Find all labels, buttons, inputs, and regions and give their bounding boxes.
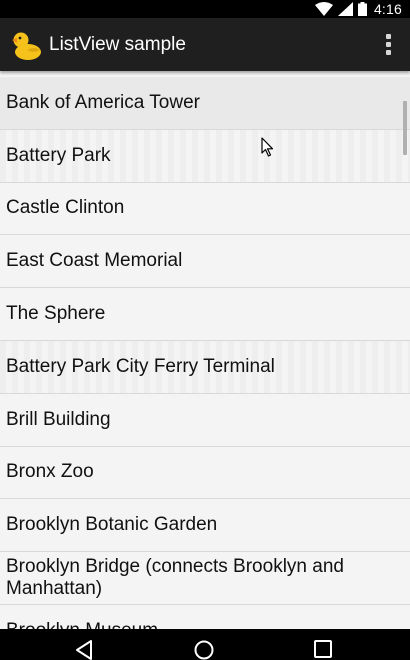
list-item[interactable]: The Sphere [0,288,410,341]
list-item-label: Battery Park [6,144,111,166]
list-item[interactable]: Bronx Zoo [0,446,410,500]
list-item-label: Castle Clinton [6,197,125,219]
duck-icon[interactable] [10,28,44,62]
list-item-label: Bronx Zoo [6,461,94,483]
overflow-menu-icon[interactable] [366,18,410,71]
list-item[interactable]: Brooklyn Botanic Garden [0,499,410,553]
home-icon[interactable] [193,639,215,660]
status-bar: 4:16 [0,0,410,18]
list-item-label: The Sphere [6,303,106,325]
listview[interactable]: Bank of America Tower Battery Park Castl… [0,71,410,629]
list-item[interactable]: Brooklyn Museum [0,604,410,629]
list-item[interactable]: Brooklyn Bridge (connects Brooklyn and M… [0,552,410,605]
list-item[interactable]: Battery Park [0,129,410,183]
app-title: ListView sample [49,33,186,55]
list-item[interactable]: Castle Clinton [0,182,410,236]
list-item-label: Brill Building [6,408,111,430]
list-item-label: Brooklyn Museum [6,620,158,629]
action-bar: ListView sample [0,18,410,71]
mouse-cursor-icon [261,137,274,157]
navigation-bar [0,629,410,660]
list-item-label: Bank of America Tower [6,91,200,113]
wifi-icon [314,2,333,16]
list-item[interactable]: Brill Building [0,393,410,447]
list-content: Bank of America Tower Battery Park Castl… [0,77,410,629]
screen: 4:16 ListView sample Bank of America Tow… [0,0,410,660]
scrollbar[interactable] [403,101,407,155]
list-item-label: East Coast Memorial [6,250,183,272]
list-item-label: Battery Park City Ferry Terminal [6,355,275,377]
list-item[interactable]: East Coast Memorial [0,235,410,289]
back-icon[interactable] [74,639,94,660]
list-item-label: Brooklyn Bridge (connects Brooklyn and M… [6,556,344,600]
list-item[interactable]: Bank of America Tower [0,77,410,130]
status-time: 4:16 [373,1,402,17]
list-item[interactable]: Battery Park City Ferry Terminal [0,340,410,394]
battery-icon [357,2,367,16]
signal-icon [337,2,353,16]
list-item-label: Brooklyn Botanic Garden [6,514,218,536]
recents-icon[interactable] [313,639,333,660]
